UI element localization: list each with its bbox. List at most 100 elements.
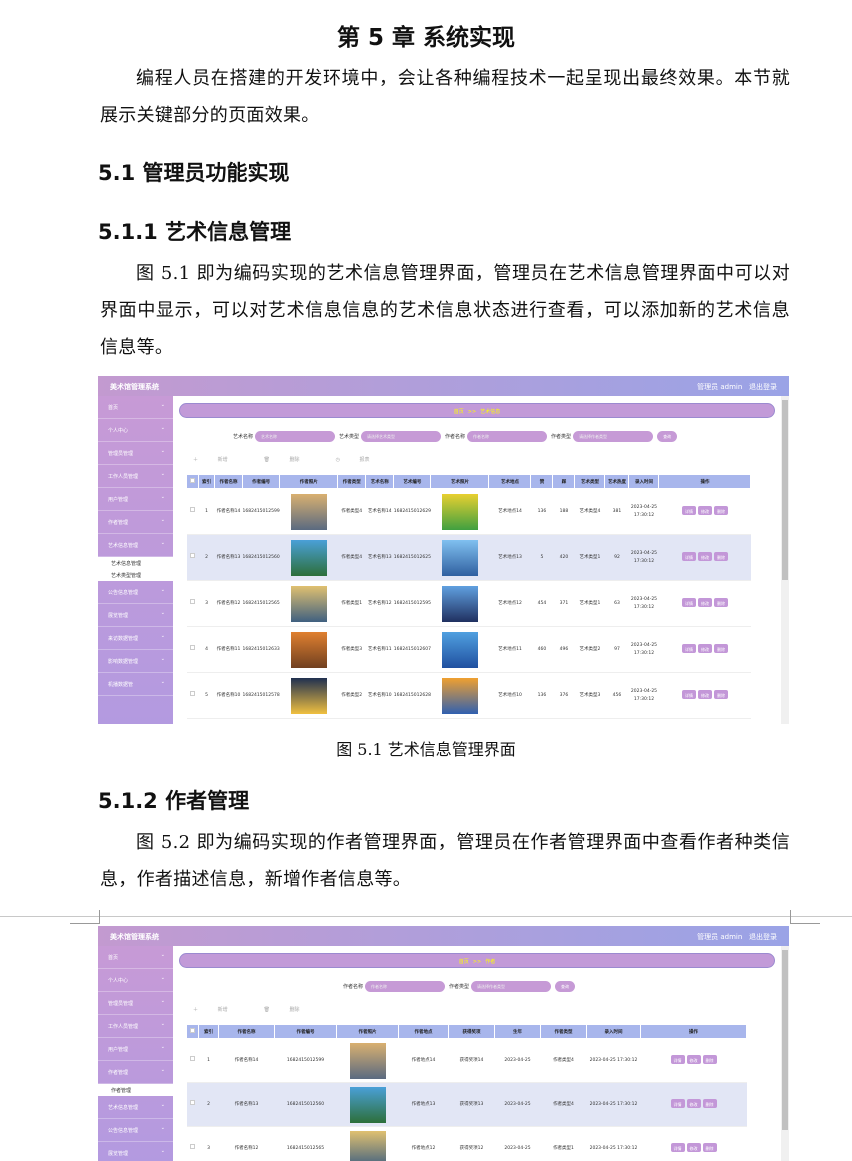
- row-checkbox-cell[interactable]: [186, 626, 199, 673]
- breadcrumb-home[interactable]: 首页: [454, 409, 464, 415]
- sidebar-item[interactable]: 工作人员管理: [98, 465, 173, 488]
- sidebar-item[interactable]: 艺术信息管理: [98, 1096, 173, 1119]
- logout-link[interactable]: 退出登录: [749, 933, 777, 941]
- table-row[interactable]: 5 作者名称10 1682415012578 作者类型2 艺术名称10 168241501…: [186, 672, 751, 719]
- search-input[interactable]: 艺术名称: [255, 431, 336, 442]
- table-row[interactable]: 4 作者名称11 1682415012633 作者类型3 艺术名称11 168241501…: [186, 626, 751, 673]
- search-input[interactable]: 请选择作者类型: [573, 431, 654, 442]
- row-op-button[interactable]: 修改: [686, 1055, 701, 1064]
- select-all-checkbox[interactable]: [186, 1024, 199, 1039]
- row-op-button[interactable]: 删除: [702, 1143, 717, 1152]
- sidebar-item[interactable]: 展览管理: [98, 1142, 173, 1161]
- row-op-button[interactable]: 修改: [686, 1099, 701, 1108]
- sidebar-item[interactable]: 用户管理: [98, 488, 173, 511]
- select-all-checkbox[interactable]: [186, 474, 199, 489]
- checkbox[interactable]: [190, 1028, 195, 1033]
- row-op-button[interactable]: 详情: [681, 598, 696, 607]
- figure-5-1-caption: 图 5.1 艺术信息管理界面: [336, 740, 516, 759]
- sidebar-item[interactable]: 管理员管理: [98, 992, 173, 1015]
- table-row[interactable]: 3 作者名称12 1682415012565 作者类型1 艺术名称12 168241501…: [186, 580, 751, 627]
- row-op-button[interactable]: 详情: [681, 644, 696, 653]
- sidebar-item[interactable]: 艺术信息管理: [98, 534, 173, 557]
- row-op-button[interactable]: 详情: [670, 1143, 685, 1152]
- action-button[interactable]: ＋ 新增: [193, 1007, 246, 1013]
- scrollbar[interactable]: [781, 396, 789, 724]
- row-checkbox-cell[interactable]: [186, 534, 199, 581]
- row-op-button[interactable]: 修改: [697, 506, 712, 515]
- checkbox[interactable]: [190, 599, 195, 604]
- row-op-button[interactable]: 删除: [713, 690, 728, 699]
- row-op-button[interactable]: 修改: [697, 552, 712, 561]
- table-cell: 1682415012628: [393, 672, 431, 719]
- search-input[interactable]: 作者名称: [365, 981, 446, 992]
- logout-link[interactable]: 退出登录: [749, 383, 777, 391]
- sidebar-item[interactable]: 机播数据管: [98, 673, 173, 696]
- table-row[interactable]: 2 作者名称13 1682415012560 作者地点13 获得奖项13 2023-04-…: [186, 1082, 747, 1127]
- row-checkbox-cell[interactable]: [186, 1038, 199, 1083]
- row-checkbox-cell[interactable]: [186, 580, 199, 627]
- table-row[interactable]: 3 作者名称12 1682415012565 作者地点12 获得奖项12 2023-04-…: [186, 1126, 747, 1161]
- action-button[interactable]: 🗑 删除: [264, 457, 318, 463]
- row-op-button[interactable]: 详情: [681, 690, 696, 699]
- row-op-button[interactable]: 删除: [713, 506, 728, 515]
- sidebar-item[interactable]: 首页: [98, 396, 173, 419]
- sidebar-item[interactable]: 作者管理: [98, 1061, 173, 1084]
- sidebar-item[interactable]: 影响数据管理: [98, 650, 173, 673]
- sidebar-item[interactable]: 公告信息管理: [98, 581, 173, 604]
- row-checkbox-cell[interactable]: [186, 1126, 199, 1161]
- search-button[interactable]: 查询: [555, 981, 576, 992]
- row-op-button[interactable]: 详情: [681, 506, 696, 515]
- row-op-button[interactable]: 删除: [702, 1099, 717, 1108]
- search-button[interactable]: 查询: [657, 431, 678, 442]
- table-row[interactable]: 1 作者名称14 1682415012599 作者类型4 艺术名称14 168241501…: [186, 488, 751, 535]
- sidebar-subitem[interactable]: 艺术类型管理: [98, 569, 173, 581]
- sidebar-item[interactable]: 作者管理: [98, 511, 173, 534]
- sidebar-subitem[interactable]: 艺术信息管理: [98, 557, 173, 569]
- action-button[interactable]: ◷ 报表: [336, 457, 388, 463]
- action-button[interactable]: ＋ 新增: [193, 457, 246, 463]
- checkbox[interactable]: [190, 1144, 195, 1149]
- sidebar-subitem[interactable]: 作者管理: [98, 1084, 173, 1096]
- row-op-button[interactable]: 修改: [697, 690, 712, 699]
- search-input[interactable]: 请选择艺术类型: [361, 431, 442, 442]
- row-op-button[interactable]: 删除: [713, 552, 728, 561]
- row-op-button[interactable]: 详情: [670, 1055, 685, 1064]
- checkbox[interactable]: [190, 507, 195, 512]
- sidebar-item[interactable]: 用户管理: [98, 1038, 173, 1061]
- sidebar-item[interactable]: 展览管理: [98, 604, 173, 627]
- row-op-button[interactable]: 修改: [686, 1143, 701, 1152]
- row-op-button[interactable]: 删除: [713, 598, 728, 607]
- checkbox[interactable]: [190, 478, 195, 483]
- search-input[interactable]: 请选择作者类型: [471, 981, 552, 992]
- checkbox[interactable]: [190, 645, 195, 650]
- checkbox[interactable]: [190, 1100, 195, 1105]
- checkbox[interactable]: [190, 691, 195, 696]
- row-checkbox-cell[interactable]: [186, 1082, 199, 1127]
- row-op-button[interactable]: 详情: [681, 552, 696, 561]
- sidebar-item[interactable]: 管理员管理: [98, 442, 173, 465]
- row-checkbox-cell[interactable]: [186, 672, 199, 719]
- row-op-button[interactable]: 修改: [697, 644, 712, 653]
- checkbox[interactable]: [190, 1056, 195, 1061]
- row-op-button[interactable]: 删除: [702, 1055, 717, 1064]
- scrollbar[interactable]: [781, 946, 789, 1161]
- sidebar-item[interactable]: 来访数据管理: [98, 627, 173, 650]
- sidebar-item[interactable]: 工作人员管理: [98, 1015, 173, 1038]
- row-op-button[interactable]: 删除: [713, 644, 728, 653]
- search-input[interactable]: 作者名称: [467, 431, 548, 442]
- row-op-button[interactable]: 详情: [670, 1099, 685, 1108]
- checkbox[interactable]: [190, 553, 195, 558]
- breadcrumb-home[interactable]: 首页: [459, 959, 469, 965]
- sidebar-item[interactable]: 公告信息管理: [98, 1119, 173, 1142]
- table-row[interactable]: 2 作者名称13 1682415012560 作者类型4 艺术名称13 168241501…: [186, 534, 751, 581]
- table-cell: 作者名称12: [214, 580, 243, 627]
- table-row[interactable]: 1 作者名称14 1682415012599 作者地点14 获得奖项14 2023-04-…: [186, 1038, 747, 1083]
- action-button[interactable]: 🗑 删除: [264, 1007, 318, 1013]
- chapter-title: 第 5 章 系统实现: [336, 25, 516, 51]
- sidebar-item[interactable]: 个人中心: [98, 969, 173, 992]
- sidebar-item[interactable]: 个人中心: [98, 419, 173, 442]
- row-op-button[interactable]: 修改: [697, 598, 712, 607]
- sidebar-item[interactable]: 首页: [98, 946, 173, 969]
- cell-value: 作者名称14: [216, 508, 241, 514]
- row-checkbox-cell[interactable]: [186, 488, 199, 535]
